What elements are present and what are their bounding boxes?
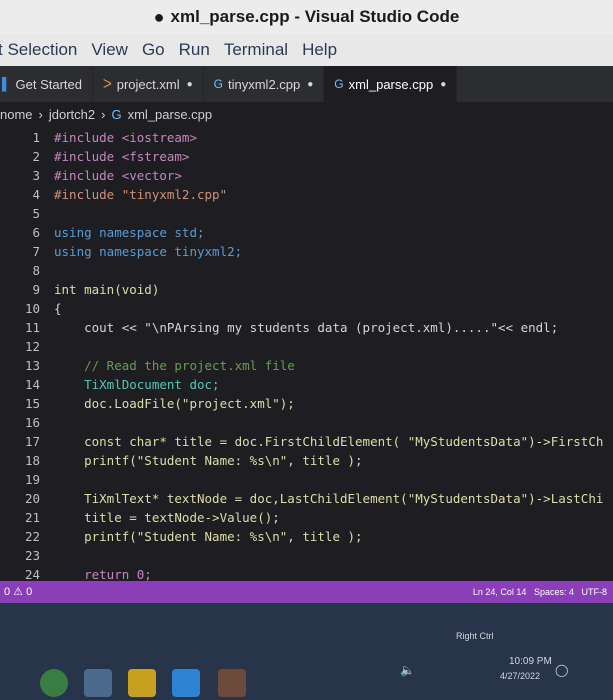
code-text: {	[54, 301, 62, 316]
tab-label: project.xml	[116, 76, 180, 92]
menu-run[interactable]: Run	[179, 40, 210, 60]
menu-selection[interactable]: t Selection	[0, 40, 77, 60]
line-number: 7	[32, 244, 40, 259]
line-number: 15	[24, 396, 40, 411]
code-text: cout << "\nPArsing my students data (pro…	[54, 320, 559, 335]
cpp-file-icon: G	[111, 106, 122, 122]
line-number: 9	[32, 282, 40, 297]
breadcrumb: nome › jdortch2 › G xml_parse.cpp	[0, 102, 613, 126]
line-number: 22	[24, 529, 40, 544]
indentation-setting[interactable]: Spaces: 4	[534, 587, 574, 597]
line-number: 14	[24, 377, 40, 392]
line-number: 3	[32, 168, 40, 183]
right-ctrl-label: Right Ctrl	[456, 631, 494, 641]
unsaved-dot-icon[interactable]: ●	[440, 79, 446, 90]
code-text: TiXmlText* textNode = doc,LastChildEleme…	[54, 491, 604, 506]
tab-label: Get Started	[15, 76, 82, 92]
breadcrumb-home[interactable]: nome	[0, 107, 33, 122]
line-number: 21	[24, 510, 40, 525]
code-text: // Read the project.xml file	[54, 358, 295, 373]
line-number: 1	[32, 130, 40, 145]
tab-label: xml_parse.cpp	[348, 76, 434, 92]
line-number: 11	[24, 320, 40, 335]
tab-get-started[interactable]: ▌ Get Started	[0, 66, 93, 102]
window-title-bar: ● xml_parse.cpp - Visual Studio Code	[0, 0, 613, 34]
code-text: #include "tinyxml2.cpp"	[54, 187, 228, 202]
problems-indicator[interactable]: 0 ⚠ 0	[4, 585, 32, 598]
chevron-right-icon: ›	[38, 106, 43, 122]
breadcrumb-file[interactable]: xml_parse.cpp	[128, 107, 213, 122]
virtualbox-icon[interactable]	[84, 669, 112, 697]
code-text: printf("Student Name: %s\n", title );	[54, 453, 363, 468]
xml-file-icon: ᐳ	[103, 77, 112, 91]
clock-time[interactable]: 10:09 PM	[509, 656, 552, 667]
cpp-file-icon: G	[213, 77, 223, 91]
status-right: Ln 24, Col 14 Spaces: 4 UTF-8	[473, 587, 607, 597]
volume-icon[interactable]: 🔈	[400, 663, 415, 677]
line-number: 18	[24, 453, 40, 468]
terminal-icon[interactable]	[218, 669, 246, 697]
encoding-setting[interactable]: UTF-8	[582, 587, 608, 597]
code-text: doc.LoadFile("project.xml");	[54, 396, 295, 411]
code-text: printf("Student Name: %s\n", title );	[54, 529, 363, 544]
code-text: int main(void)	[54, 282, 160, 297]
tab-xml-parse-cpp[interactable]: G xml_parse.cpp ●	[324, 66, 458, 102]
code-text: title = textNode->Value();	[54, 510, 280, 525]
tab-tinyxml2-cpp[interactable]: G tinyxml2.cpp ●	[204, 66, 325, 102]
code-text: using namespace tinyxml2;	[54, 244, 243, 259]
status-bar: 0 ⚠ 0 Ln 24, Col 14 Spaces: 4 UTF-8	[0, 581, 613, 603]
menu-help[interactable]: Help	[302, 40, 337, 60]
line-number: 2	[32, 149, 40, 164]
vscode-taskbar-icon[interactable]	[172, 669, 200, 697]
line-number: 5	[32, 206, 40, 221]
code-text: #include <fstream>	[54, 149, 190, 164]
windows-taskbar: Right Ctrl 10:09 PM 4/27/2022 🔈 ◯	[0, 603, 613, 700]
window-title: xml_parse.cpp - Visual Studio Code	[170, 7, 460, 26]
code-editor[interactable]: 1 #include <iostream> 2 #include <fstream>…	[0, 126, 613, 581]
menu-view[interactable]: View	[91, 40, 128, 60]
menu-bar: t Selection View Go Run Terminal Help	[0, 34, 613, 66]
code-text: return 0;	[54, 567, 152, 581]
line-number: 19	[24, 472, 40, 487]
code-text: const char* title = doc.FirstChildElemen…	[54, 434, 604, 449]
editor-tab-bar: ▌ Get Started ᐳ project.xml ● G tinyxml2…	[0, 66, 613, 102]
unsaved-dot-icon[interactable]: ●	[187, 79, 193, 90]
line-number: 17	[24, 434, 40, 449]
line-number: 20	[24, 491, 40, 506]
line-number: 8	[32, 263, 40, 278]
tab-label: tinyxml2.cpp	[228, 76, 301, 92]
code-text: #include <iostream>	[54, 130, 197, 145]
line-number: 6	[32, 225, 40, 240]
chrome-icon[interactable]	[40, 669, 68, 697]
cpp-file-icon: G	[334, 77, 344, 91]
code-text: TiXmlDocument doc;	[54, 377, 220, 392]
clock-date[interactable]: 4/27/2022	[500, 671, 540, 681]
line-number: 24	[24, 567, 40, 581]
code-text: using namespace std;	[54, 225, 205, 240]
unsaved-dot-icon[interactable]: ●	[307, 79, 313, 90]
code-text: #include <vector>	[54, 168, 182, 183]
line-number: 12	[24, 339, 40, 354]
menu-go[interactable]: Go	[142, 40, 165, 60]
line-number: 4	[32, 187, 40, 202]
line-number: 13	[24, 358, 40, 373]
cursor-position[interactable]: Ln 24, Col 14	[473, 587, 527, 597]
line-number: 10	[24, 301, 40, 316]
notification-icon[interactable]: ◯	[555, 663, 568, 677]
line-number: 23	[24, 548, 40, 563]
app-icon[interactable]	[128, 669, 156, 697]
menu-terminal[interactable]: Terminal	[224, 40, 288, 60]
vscode-icon: ▌	[2, 77, 11, 91]
tab-project-xml[interactable]: ᐳ project.xml ●	[93, 66, 204, 102]
chevron-right-icon: ›	[101, 106, 106, 122]
unsaved-dot-icon: ●	[153, 6, 165, 27]
breadcrumb-folder[interactable]: jdortch2	[49, 107, 95, 122]
line-number: 16	[24, 415, 40, 430]
